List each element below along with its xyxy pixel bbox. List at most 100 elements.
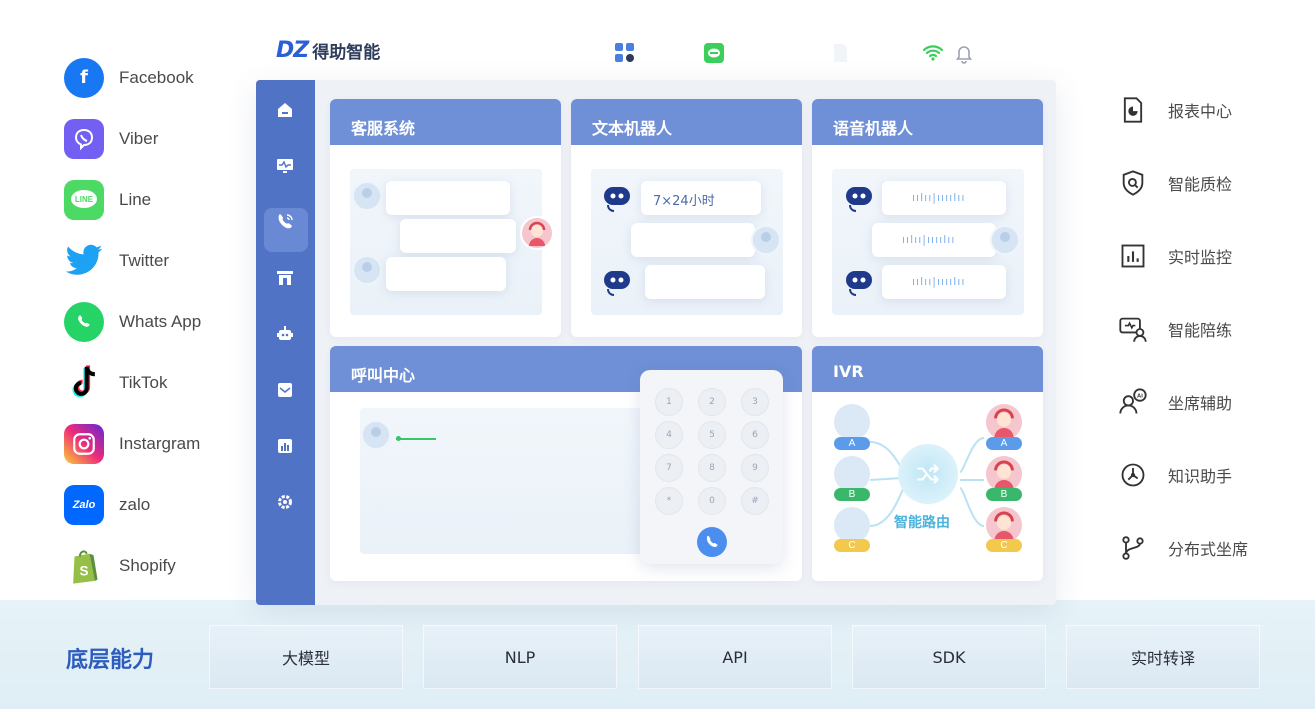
feature-label: 智能陪练 <box>1168 320 1233 340</box>
social-item-twitter[interactable]: Twitter <box>64 230 244 291</box>
chat-bubble <box>386 257 506 291</box>
keypad-key[interactable]: 0 <box>698 487 726 515</box>
apps-grid-icon[interactable] <box>614 42 636 64</box>
social-item-instagram[interactable]: Instargram <box>64 413 244 474</box>
store-icon[interactable] <box>273 266 297 290</box>
keypad-key[interactable]: * <box>655 487 683 515</box>
social-item-shopify[interactable]: S Shopify <box>64 535 244 596</box>
social-label: zalo <box>119 494 151 514</box>
home-icon[interactable] <box>273 98 297 122</box>
keypad-key[interactable]: 5 <box>698 421 726 449</box>
keypad-key[interactable]: 1 <box>655 388 683 416</box>
agent-avatar <box>520 216 554 250</box>
phone-call-icon[interactable] <box>273 210 297 234</box>
feature-distributed-seats[interactable]: 分布式坐席 <box>1117 511 1307 584</box>
feature-label: 智能质检 <box>1168 174 1233 194</box>
agent-node-a <box>986 404 1022 440</box>
keypad-key[interactable]: 7 <box>655 454 683 482</box>
capability-api[interactable]: API <box>638 625 832 689</box>
card-customer-service[interactable]: 客服系统 <box>330 99 561 337</box>
report-icon <box>1117 94 1149 126</box>
ivr-tag-b: B <box>834 488 870 501</box>
keypad-key[interactable]: # <box>741 487 769 515</box>
sidebar-rail <box>256 80 315 605</box>
quality-shield-icon <box>1117 167 1149 199</box>
bot-message-text: 7×24小时 <box>653 194 715 209</box>
social-item-zalo[interactable]: Zalo zalo <box>64 474 244 535</box>
voice-bubble: ıılıı|ıııılıı <box>882 181 1006 215</box>
knowledge-icon <box>1117 459 1149 491</box>
feature-label: 报表中心 <box>1168 101 1233 121</box>
mail-icon[interactable] <box>273 378 297 402</box>
keypad-key[interactable]: 3 <box>741 388 769 416</box>
brand-mark: DZ <box>276 38 309 63</box>
bell-icon[interactable] <box>953 42 975 64</box>
voice-bubble: ıılıı|ıııılıı <box>872 223 996 257</box>
chat-bubble <box>645 265 765 299</box>
social-label: Viber <box>119 128 159 148</box>
keypad-key[interactable]: 6 <box>741 421 769 449</box>
capability-realtime-transcription[interactable]: 实时转译 <box>1066 625 1260 689</box>
keypad-key[interactable]: 8 <box>698 454 726 482</box>
social-item-whatsapp[interactable]: Whats App <box>64 291 244 352</box>
robot-icon[interactable] <box>273 322 297 346</box>
feature-quality-check[interactable]: 智能质检 <box>1117 146 1307 219</box>
dial-keypad: 1 2 3 4 5 6 7 8 9 * 0 # <box>640 370 783 564</box>
feature-label: 知识助手 <box>1168 466 1233 486</box>
monitor-icon[interactable] <box>273 154 297 178</box>
social-item-line[interactable]: LINE Line <box>64 169 244 230</box>
bar-chart-icon[interactable] <box>273 434 297 458</box>
ivr-tag-b: B <box>986 488 1022 501</box>
feature-knowledge-assistant[interactable]: 知识助手 <box>1117 438 1307 511</box>
capability-llm[interactable]: 大模型 <box>209 625 403 689</box>
customer-avatar <box>990 225 1020 255</box>
zalo-icon: Zalo <box>64 484 104 525</box>
feature-list: 报表中心 智能质检 实时监控 智能陪练 AI 坐席辅助 知识助手 分布式坐席 <box>1117 73 1307 584</box>
ivr-tag-a: A <box>834 437 870 450</box>
bot-icon <box>844 185 874 213</box>
card-title: IVR <box>812 346 1043 392</box>
social-item-tiktok[interactable]: TikTok <box>64 352 244 413</box>
wifi-icon[interactable] <box>922 42 944 64</box>
agent-node-b <box>986 456 1022 492</box>
card-title: 客服系统 <box>330 99 561 145</box>
customer-avatar <box>352 181 382 211</box>
smart-routing-label: 智能路由 <box>894 515 950 531</box>
social-item-viber[interactable]: Viber <box>64 108 244 169</box>
social-channel-list: f Facebook Viber LINE Line Twitter Whats… <box>64 47 244 596</box>
capability-sdk[interactable]: SDK <box>852 625 1046 689</box>
customer-avatar <box>751 225 781 255</box>
svg-text:LINE: LINE <box>75 195 94 204</box>
caller-avatar <box>361 420 391 450</box>
card-title: 文本机器人 <box>571 99 802 145</box>
capability-nlp[interactable]: NLP <box>423 625 617 689</box>
card-voice-bot[interactable]: 语音机器人 ıılıı|ıııılıı ıılıı|ıııılıı ıılıı|… <box>812 99 1043 337</box>
voice-waveform: ıılıı|ıııılıı <box>902 233 956 246</box>
monitor-chart-icon <box>1117 240 1149 272</box>
brand-name: 得助智能 <box>312 43 381 63</box>
shuffle-icon <box>917 464 939 484</box>
smart-routing-hub[interactable] <box>898 444 958 504</box>
card-text-bot[interactable]: 文本机器人 7×24小时 <box>571 99 802 337</box>
call-button[interactable] <box>697 527 727 557</box>
feature-realtime-monitor[interactable]: 实时监控 <box>1117 219 1307 292</box>
twitter-icon <box>64 241 104 281</box>
feature-report-center[interactable]: 报表中心 <box>1117 73 1307 146</box>
chat-bubble <box>386 181 510 215</box>
document-icon[interactable] <box>829 42 851 64</box>
capabilities-title: 底层能力 <box>66 648 155 673</box>
keypad-key[interactable]: 9 <box>741 454 769 482</box>
keypad-key[interactable]: 4 <box>655 421 683 449</box>
social-item-facebook[interactable]: f Facebook <box>64 47 244 108</box>
feature-agent-assist[interactable]: AI 坐席辅助 <box>1117 365 1307 438</box>
keypad-key[interactable]: 2 <box>698 388 726 416</box>
settings-gear-icon[interactable] <box>273 490 297 514</box>
chat-message-icon[interactable] <box>703 42 725 64</box>
voice-waveform: ıılıı|ıııılıı <box>912 275 966 288</box>
chat-bubble <box>631 223 755 257</box>
social-label: Line <box>119 189 152 209</box>
ivr-tag-c: C <box>986 539 1022 552</box>
brand-logo: DZ 得助智能 <box>276 38 380 63</box>
feature-smart-training[interactable]: 智能陪练 <box>1117 292 1307 365</box>
agent-node-c <box>986 507 1022 543</box>
